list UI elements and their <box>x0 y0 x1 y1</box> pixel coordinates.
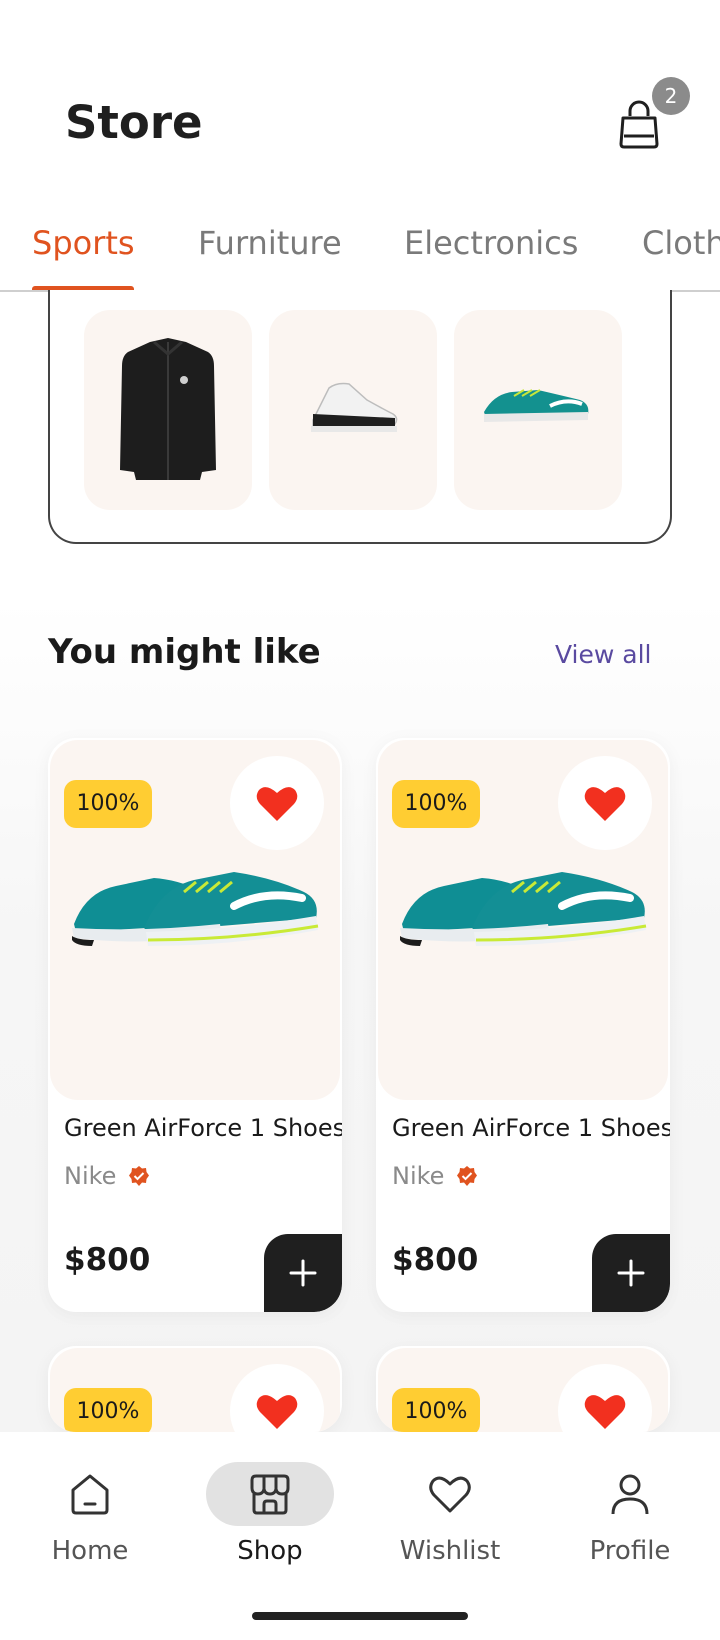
white-sneaker-image <box>311 382 398 432</box>
plus-icon <box>289 1259 317 1287</box>
favorite-button[interactable] <box>558 756 652 850</box>
product-card[interactable]: 100% <box>48 1346 342 1432</box>
teal-running-shoe-image <box>484 389 589 422</box>
discount-badge: 100% <box>64 780 152 828</box>
tab-electronics[interactable]: Electronics <box>404 224 578 262</box>
brand-showcase-card[interactable] <box>48 290 672 544</box>
product-card[interactable]: 100% Green AirForce 1 Shoes Nike $800 <box>48 738 342 1312</box>
cart-count-badge: 2 <box>652 77 690 115</box>
nav-shop[interactable]: Shop <box>180 1432 360 1572</box>
heart-filled-icon <box>584 787 626 821</box>
nav-profile-label: Profile <box>589 1536 671 1566</box>
page-title: Store <box>65 96 203 149</box>
product-brand: Nike <box>64 1162 117 1190</box>
verified-badge-icon <box>457 1166 477 1186</box>
nav-wishlist-label: Wishlist <box>399 1536 501 1566</box>
nav-profile[interactable]: Profile <box>540 1432 720 1572</box>
brand-thumb-jacket[interactable] <box>84 310 252 510</box>
tab-furniture[interactable]: Furniture <box>198 224 342 262</box>
favorite-button[interactable] <box>230 756 324 850</box>
bottom-navigation: Home Shop Wishlist Profile <box>0 1432 720 1640</box>
product-card[interactable]: 100% Green AirForce 1 Shoes Nike $800 <box>376 738 670 1312</box>
product-name: Green AirForce 1 Shoes <box>392 1114 670 1142</box>
jacket-image <box>120 338 216 480</box>
product-brand: Nike <box>392 1162 445 1190</box>
tab-clothes[interactable]: Clothes <box>642 224 720 262</box>
discount-badge: 100% <box>392 780 480 828</box>
discount-badge: 100% <box>392 1388 480 1432</box>
product-price: $800 <box>64 1242 151 1278</box>
home-indicator <box>252 1612 468 1620</box>
shopping-bag-icon[interactable] <box>617 100 661 150</box>
user-icon <box>611 1474 649 1515</box>
home-icon <box>71 1474 109 1515</box>
product-price: $800 <box>392 1242 479 1278</box>
brand-thumb-white-sneaker[interactable] <box>269 310 437 510</box>
nav-wishlist[interactable]: Wishlist <box>360 1432 540 1572</box>
add-to-cart-button[interactable] <box>264 1234 342 1312</box>
heart-filled-icon <box>584 1395 626 1429</box>
product-name: Green AirForce 1 Shoes <box>64 1114 342 1142</box>
nav-home[interactable]: Home <box>0 1432 180 1572</box>
heart-filled-icon <box>256 787 298 821</box>
discount-badge: 100% <box>64 1388 152 1432</box>
plus-icon <box>617 1259 645 1287</box>
tab-sports[interactable]: Sports <box>32 224 135 262</box>
heart-icon <box>429 1476 471 1513</box>
nav-home-label: Home <box>51 1536 129 1566</box>
brand-thumb-teal-shoe[interactable] <box>454 310 622 510</box>
shop-icon <box>250 1474 290 1515</box>
verified-badge-icon <box>129 1166 149 1186</box>
category-tabs: Sports Furniture Electronics Clothes <box>0 212 720 292</box>
heart-filled-icon <box>256 1395 298 1429</box>
product-card[interactable]: 100% <box>376 1346 670 1432</box>
section-title: You might like <box>48 632 321 672</box>
app-header: Store 2 <box>0 0 720 180</box>
add-to-cart-button[interactable] <box>592 1234 670 1312</box>
view-all-link[interactable]: View all <box>555 640 651 669</box>
nav-shop-label: Shop <box>237 1536 303 1566</box>
